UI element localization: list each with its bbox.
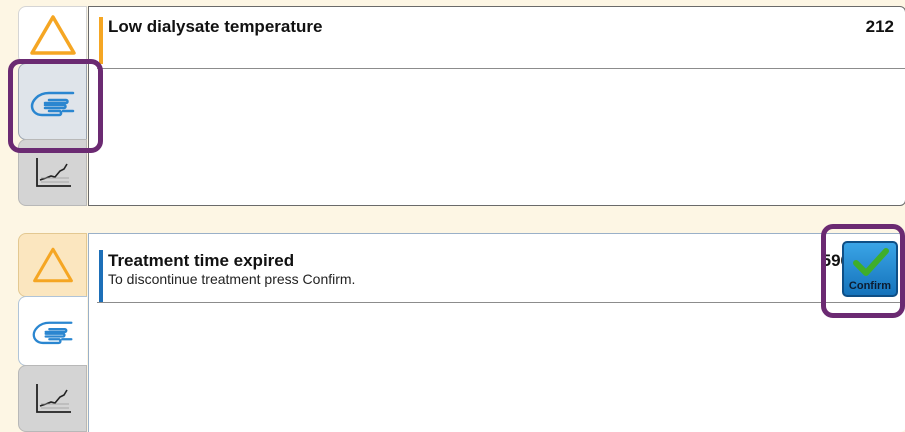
confirm-button[interactable]: Confirm xyxy=(842,241,898,297)
alarm-title: Treatment time expired xyxy=(108,251,295,270)
tab-trend-chart[interactable] xyxy=(18,139,87,206)
alarm-divider xyxy=(97,302,905,303)
alarm-title: Low dialysate temperature xyxy=(108,17,323,36)
alarm-panel-low-temperature: Low dialysate temperature 212 xyxy=(18,6,905,206)
alarm-content: Low dialysate temperature 212 xyxy=(88,6,905,206)
alarm-code: 212 xyxy=(865,17,894,36)
trend-chart-icon xyxy=(35,383,71,413)
confirm-button-label: Confirm xyxy=(848,280,892,292)
alarm-priority-bar xyxy=(99,17,103,64)
alarm-priority-bar xyxy=(99,250,103,302)
hand-icon xyxy=(30,91,74,116)
tab-manual-intervention[interactable] xyxy=(18,296,87,366)
tab-trend-chart[interactable] xyxy=(18,365,87,432)
alarm-panel-treatment-expired: Treatment time expired To discontinue tr… xyxy=(18,233,905,432)
checkmark-icon xyxy=(853,248,889,276)
tab-alarm-warning[interactable] xyxy=(18,6,87,64)
alarm-divider xyxy=(97,68,905,69)
warning-triangle-icon xyxy=(32,247,73,283)
alarm-message: To discontinue treatment press Confirm. xyxy=(108,271,356,287)
hand-icon xyxy=(32,321,73,345)
alarm-content: Treatment time expired To discontinue tr… xyxy=(88,233,905,432)
tab-alarm-warning[interactable] xyxy=(18,233,87,297)
trend-chart-icon xyxy=(35,157,71,187)
warning-triangle-icon xyxy=(29,15,76,55)
tab-manual-intervention[interactable] xyxy=(18,63,87,140)
